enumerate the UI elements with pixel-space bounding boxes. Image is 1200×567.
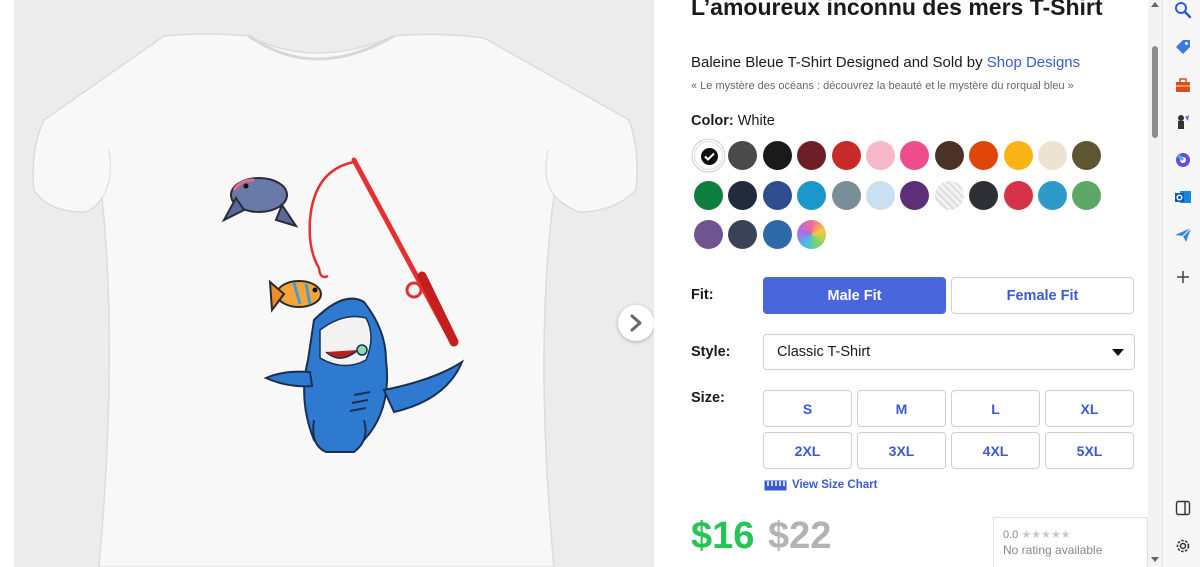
- color-label-title: Color:: [691, 113, 734, 129]
- color-swatch[interactable]: [797, 141, 827, 170]
- product-byline: Baleine Bleue T-Shirt Designed and Sold …: [691, 54, 1080, 71]
- scroll-thumb[interactable]: [1152, 46, 1158, 138]
- style-label: Style:: [691, 344, 731, 360]
- rating-text: No rating available: [1003, 543, 1103, 557]
- gear-icon[interactable]: [1173, 536, 1193, 556]
- next-image-button[interactable]: [618, 305, 654, 341]
- browser-sidebar: [1162, 0, 1200, 567]
- color-swatch[interactable]: [969, 180, 999, 210]
- checkmark-icon: [701, 148, 718, 165]
- product-image: [14, 0, 654, 567]
- size-option-4xl[interactable]: 4XL: [951, 432, 1040, 469]
- size-option-s[interactable]: S: [763, 390, 852, 427]
- color-swatch[interactable]: [728, 220, 758, 249]
- split-screen-icon[interactable]: [1173, 498, 1193, 518]
- rating-score-line: 0.0 ★★★★★: [1003, 528, 1147, 541]
- size-option-5xl[interactable]: 5XL: [1045, 432, 1134, 469]
- female-fit-button[interactable]: Female Fit: [951, 277, 1134, 314]
- fit-label: Fit:: [691, 287, 714, 303]
- size-label: Size:: [691, 390, 725, 406]
- color-swatch[interactable]: [728, 180, 758, 210]
- add-icon[interactable]: [1173, 267, 1193, 287]
- size-option-3xl[interactable]: 3XL: [857, 432, 946, 469]
- color-swatch[interactable]: [831, 141, 861, 170]
- designer-link[interactable]: Shop Designs: [987, 54, 1080, 71]
- male-fit-button[interactable]: Male Fit: [763, 277, 946, 314]
- color-swatch[interactable]: [900, 180, 930, 210]
- color-swatch[interactable]: [934, 180, 964, 210]
- color-swatch[interactable]: [1003, 180, 1033, 210]
- size-option-2xl[interactable]: 2XL: [763, 432, 852, 469]
- color-label: Color: White: [691, 113, 775, 129]
- color-swatch[interactable]: [728, 141, 758, 170]
- size-chart-link[interactable]: View Size Chart: [764, 479, 877, 491]
- chess-icon[interactable]: [1173, 112, 1193, 132]
- rating-score: 0.0: [1003, 529, 1019, 541]
- color-swatch[interactable]: [900, 141, 930, 170]
- color-swatch[interactable]: [762, 141, 792, 170]
- original-price: $22: [768, 515, 832, 557]
- toolbox-icon[interactable]: [1173, 75, 1193, 95]
- product-tagline: « Le mystère des océans : découvrez la b…: [691, 80, 1074, 92]
- size-option-xl[interactable]: XL: [1045, 390, 1134, 427]
- selected-color-name: White: [737, 113, 775, 129]
- chevron-right-icon: [630, 314, 642, 332]
- copilot-icon[interactable]: [1173, 150, 1193, 170]
- size-option-m[interactable]: M: [857, 390, 946, 427]
- color-swatch[interactable]: [934, 141, 964, 170]
- color-swatch[interactable]: [694, 220, 723, 249]
- color-swatch[interactable]: [762, 180, 792, 210]
- send-icon[interactable]: [1173, 225, 1193, 245]
- color-swatch[interactable]: [1038, 180, 1067, 210]
- color-swatch[interactable]: [1003, 141, 1033, 170]
- color-swatch-selected[interactable]: [694, 141, 723, 170]
- color-swatch[interactable]: [694, 180, 723, 210]
- color-swatch[interactable]: [969, 141, 999, 170]
- size-option-l[interactable]: L: [951, 390, 1040, 427]
- ruler-icon: [764, 480, 787, 490]
- tag-icon[interactable]: [1173, 37, 1193, 57]
- outlook-icon[interactable]: [1173, 187, 1193, 207]
- color-swatch[interactable]: [866, 141, 895, 170]
- page-scrollbar[interactable]: [1148, 0, 1162, 567]
- color-swatch[interactable]: [797, 220, 827, 249]
- size-chart-text: View Size Chart: [792, 479, 878, 491]
- color-swatch[interactable]: [762, 220, 792, 249]
- scroll-down-arrow[interactable]: [1151, 557, 1159, 562]
- search-icon[interactable]: [1173, 0, 1193, 20]
- product-details: L’amoureux inconnu des mers T-Shirt Bale…: [691, 0, 1141, 567]
- rating-widget: 0.0 ★★★★★ No rating available: [993, 517, 1148, 567]
- rating-stars: ★★★★★: [1021, 529, 1071, 541]
- color-swatch[interactable]: [831, 180, 861, 210]
- scroll-up-arrow[interactable]: [1151, 2, 1159, 7]
- page: L’amoureux inconnu des mers T-Shirt Bale…: [0, 0, 1200, 567]
- color-swatch[interactable]: [1072, 180, 1102, 210]
- caret-down-icon: [1112, 349, 1124, 356]
- byline-prefix: Baleine Bleue T-Shirt Designed and Sold …: [691, 54, 987, 71]
- color-swatch[interactable]: [1072, 141, 1102, 170]
- color-swatch[interactable]: [866, 180, 895, 210]
- tshirt-illustration: [32, 33, 638, 567]
- sale-price: $16: [691, 515, 755, 557]
- color-swatch[interactable]: [797, 180, 827, 210]
- style-select-value: Classic T-Shirt: [777, 344, 871, 360]
- product-title: L’amoureux inconnu des mers T-Shirt: [691, 0, 1103, 20]
- style-select[interactable]: Classic T-Shirt: [763, 334, 1135, 370]
- color-swatch[interactable]: [1038, 141, 1067, 170]
